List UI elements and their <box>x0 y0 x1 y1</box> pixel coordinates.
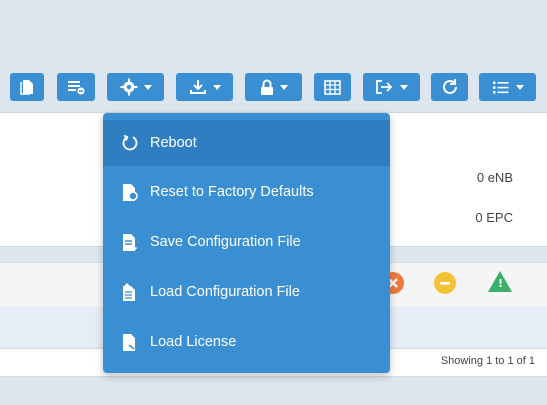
save-file-icon <box>120 232 140 252</box>
settings-dropdown-button[interactable] <box>107 73 164 101</box>
license-file-icon <box>120 332 140 352</box>
menu-item-load-configuration-file[interactable]: Load Configuration File <box>103 269 390 315</box>
list-dropdown-button[interactable] <box>479 73 536 101</box>
minus-circle-icon[interactable] <box>434 272 456 294</box>
chevron-down-icon <box>400 84 408 90</box>
reset-file-icon <box>120 182 140 202</box>
chevron-down-icon <box>212 84 221 90</box>
epc-count: 0 EPC <box>475 210 513 225</box>
export-dropdown-button[interactable] <box>363 73 420 101</box>
download-dropdown-button[interactable] <box>176 73 233 101</box>
warning-icon[interactable] <box>488 271 512 292</box>
enb-count: 0 eNB <box>476 170 513 185</box>
list-remove-button[interactable] <box>57 73 95 101</box>
gear-icon <box>120 78 137 96</box>
pagination-info: Showing 1 to 1 of 1 <box>440 355 535 367</box>
copy-button[interactable] <box>10 73 44 101</box>
toolbar <box>0 62 547 112</box>
chevron-down-icon <box>515 84 524 90</box>
menu-item-label: Reset to Factory Defaults <box>150 184 314 200</box>
menu-item-reboot[interactable]: Reboot <box>103 120 390 166</box>
list-remove-icon <box>68 81 85 95</box>
table-button[interactable] <box>314 73 351 101</box>
export-icon <box>376 80 393 94</box>
chevron-down-icon <box>279 84 288 90</box>
download-icon <box>189 80 206 94</box>
lock-dropdown-button[interactable] <box>245 73 302 101</box>
load-file-icon <box>120 282 140 302</box>
menu-item-save-configuration-file[interactable]: Save Configuration File <box>103 219 390 265</box>
menu-item-label: Load Configuration File <box>150 284 300 300</box>
lock-icon <box>260 79 273 95</box>
settings-dropdown-menu: Reboot Reset to Factory Defaults Save Co… <box>103 113 390 373</box>
menu-item-label: Reboot <box>150 135 197 151</box>
reboot-icon <box>120 133 140 153</box>
refresh-button[interactable] <box>431 73 468 101</box>
menu-item-label: Load License <box>150 334 237 350</box>
list-icon <box>492 81 508 93</box>
refresh-icon <box>442 79 457 94</box>
table-icon <box>324 79 341 95</box>
document-icon <box>20 80 33 95</box>
menu-item-reset-factory-defaults[interactable]: Reset to Factory Defaults <box>103 169 390 215</box>
menu-item-label: Save Configuration File <box>150 234 301 250</box>
chevron-down-icon <box>143 84 152 90</box>
menu-item-load-license[interactable]: Load License <box>103 319 390 365</box>
